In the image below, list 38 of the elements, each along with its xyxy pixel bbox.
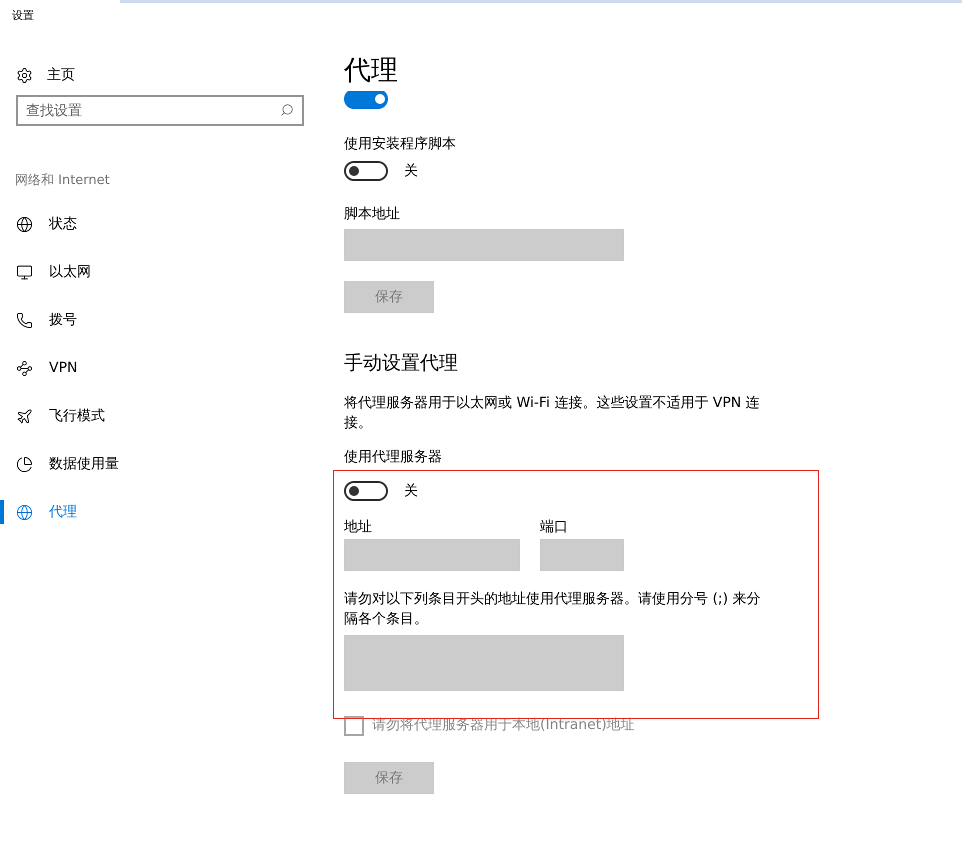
airplane-icon (16, 408, 33, 424)
nav-item[interactable]: 以太网 (0, 260, 322, 284)
toggle-switch[interactable] (344, 91, 388, 109)
nav-item[interactable]: 代理 (0, 500, 322, 524)
field-label: 地址 (344, 518, 373, 537)
nav-item[interactable]: 飞行模式 (0, 404, 322, 428)
toggle-state: 关 (404, 482, 418, 500)
section-heading: 网络和 Internet (15, 173, 110, 188)
setting-label: 使用安装程序脚本 (344, 136, 456, 152)
search-field[interactable]: 查找设置 (16, 95, 304, 126)
script-address-field[interactable] (344, 229, 624, 261)
toggle-switch[interactable] (344, 481, 388, 501)
home-link[interactable]: 主页 (47, 64, 75, 86)
description: 请勿对以下列条目开头的地址使用代理服务器。请使用分号 (;) 来分隔各个条目。 (344, 590, 762, 629)
description: 将代理服务器用于以太网或 Wi-Fi 连接。这些设置不适用于 VPN 连接。 (344, 394, 761, 433)
nav-item[interactable]: 拨号 (0, 308, 322, 332)
setting-label: 使用代理服务器 (344, 449, 443, 465)
globe-icon (16, 504, 33, 520)
field-label: 端口 (540, 518, 569, 537)
toggle-state: 关 (404, 162, 418, 180)
page-title: 代理 (344, 55, 398, 87)
nav-item[interactable]: 状态 (0, 212, 322, 236)
search-icon (280, 103, 294, 117)
exceptions-field[interactable] (344, 635, 624, 691)
globe-icon (16, 216, 33, 232)
phone-icon (16, 312, 33, 328)
field-label: 脚本地址 (344, 206, 400, 222)
nav-item[interactable]: VPN (0, 356, 322, 380)
address-field[interactable] (344, 539, 520, 571)
toggle-switch[interactable] (344, 161, 388, 181)
window-title: 设置 (12, 9, 35, 23)
nav-item[interactable]: 数据使用量 (0, 452, 322, 476)
settings-icon (16, 66, 33, 84)
monitor-icon (16, 264, 33, 280)
pie-chart-icon (16, 456, 33, 472)
section-heading: 手动设置代理 (344, 351, 458, 376)
port-field[interactable] (540, 539, 624, 571)
network-icon (16, 360, 33, 376)
